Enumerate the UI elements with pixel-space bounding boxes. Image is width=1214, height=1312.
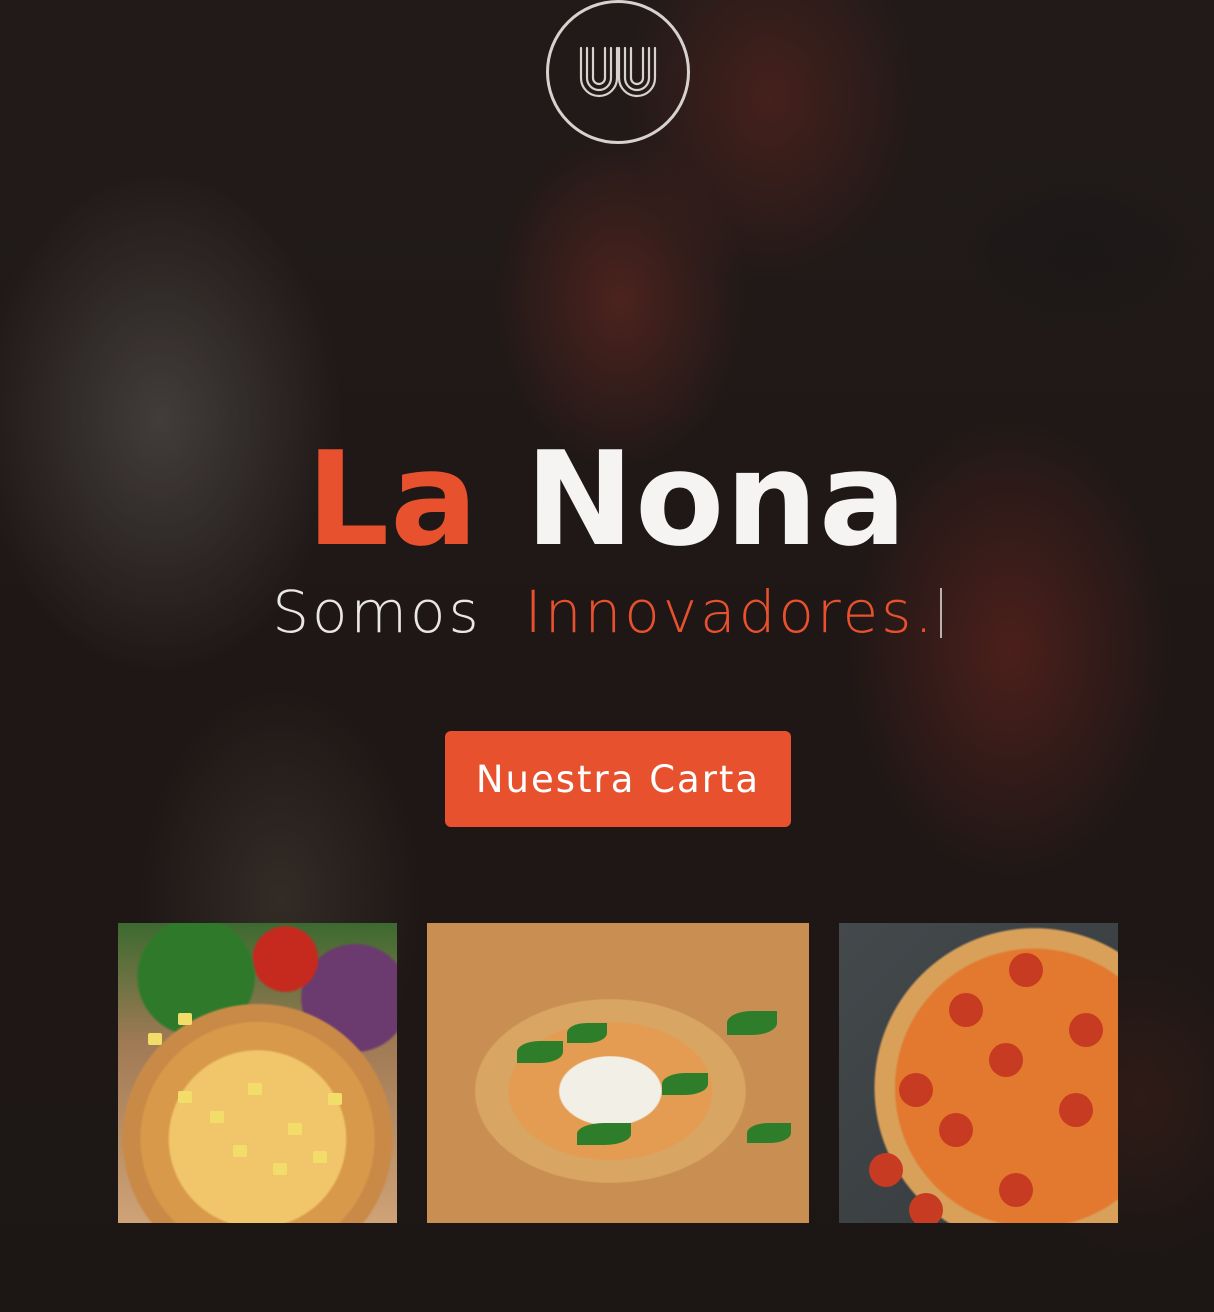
basil-leaf [517,1041,563,1063]
pineapple-topping [328,1093,342,1105]
pineapple-topping [248,1083,262,1095]
pepperoni-topping [999,1173,1033,1207]
tagline-prefix: Somos [272,578,482,646]
menu-cta-button[interactable]: Nuestra Carta [445,731,791,827]
basil-leaf [727,1011,777,1035]
pineapple-topping [288,1123,302,1135]
pepperoni-topping [949,993,983,1027]
pepperoni-topping [869,1153,903,1187]
pepperoni-pizza-image[interactable] [839,923,1118,1223]
typing-cursor [939,588,942,638]
pineapple-topping [210,1111,224,1123]
pepperoni-topping [909,1193,943,1223]
basil-leaf [662,1073,708,1095]
pepperoni-topping [1069,1013,1103,1047]
hero-title-accent: La [306,423,479,575]
pineapple-topping [233,1145,247,1157]
pineapple-topping [148,1033,162,1045]
basil-leaf [747,1123,791,1143]
pineapple-topping [273,1163,287,1175]
pepperoni-topping [1059,1093,1093,1127]
brand-logo[interactable] [546,0,690,144]
pineapple-topping [313,1151,327,1163]
w-monogram-circle-icon [579,46,657,98]
hero-title-main: Nona [525,423,908,575]
pepperoni-topping [1009,953,1043,987]
pepperoni-topping [899,1073,933,1107]
hero-title: La Nona [0,428,1214,571]
margherita-pizza-image[interactable] [427,923,809,1223]
hero-tagline: Somos Innovadores. [0,578,1214,648]
basil-leaf [567,1023,607,1043]
pepperoni-topping [939,1113,973,1147]
tagline-highlight: Innovadores. [524,578,936,646]
pineapple-topping [178,1091,192,1103]
pineapple-topping [178,1013,192,1025]
hawaiian-pizza-image[interactable] [118,923,397,1223]
pepperoni-topping [989,1043,1023,1077]
basil-leaf [577,1123,631,1145]
